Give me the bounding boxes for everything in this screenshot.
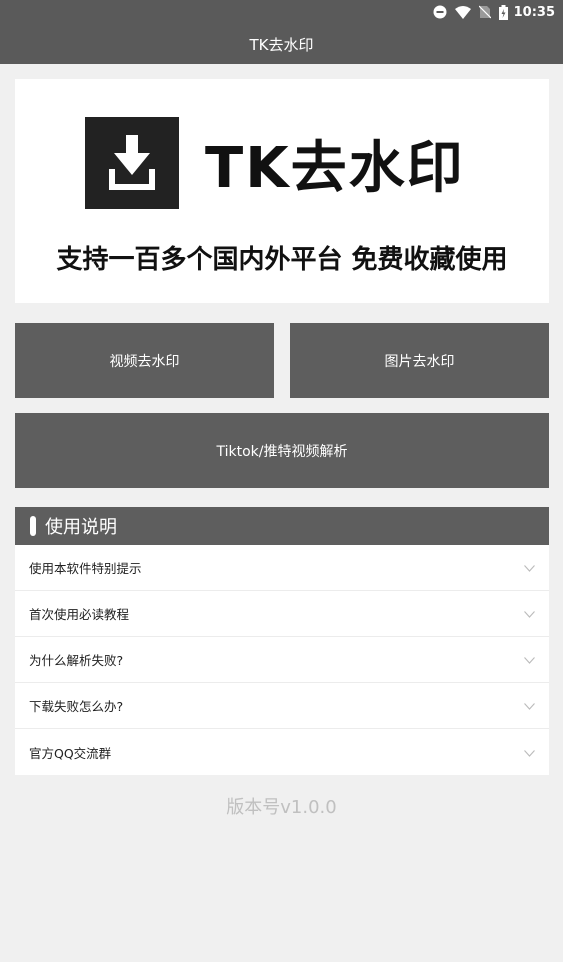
help-item-parse-failed[interactable]: 为什么解析失败? (15, 637, 549, 683)
help-item-notice[interactable]: 使用本软件特别提示 (15, 545, 549, 591)
app-title: TK去水印 (249, 35, 314, 54)
no-sim-icon (478, 5, 491, 19)
section-title: 使用说明 (45, 517, 117, 538)
help-item-label: 下载失败怎么办? (29, 699, 124, 714)
help-item-label: 为什么解析失败? (29, 653, 124, 668)
chevron-down-icon (524, 652, 535, 667)
tiktok-parse-button[interactable]: Tiktok/推特视频解析 (15, 413, 549, 488)
banner-slogan: 支持一百多个国内外平台 免费收藏使用 (56, 245, 508, 275)
help-item-download-failed[interactable]: 下载失败怎么办? (15, 683, 549, 729)
section-marker (30, 516, 36, 536)
chevron-down-icon (524, 606, 535, 621)
chevron-down-icon (524, 560, 535, 575)
chevron-down-icon (524, 745, 535, 760)
help-item-label: 官方QQ交流群 (29, 745, 112, 761)
help-item-label: 使用本软件特别提示 (29, 561, 142, 576)
status-bar: 10:35 (0, 0, 563, 24)
minus-circle-icon (433, 5, 447, 19)
logo-text: TK去水印 (205, 136, 465, 201)
help-item-qq-group[interactable]: 官方QQ交流群 (15, 729, 549, 775)
image-watermark-button[interactable]: 图片去水印 (290, 323, 549, 398)
section-header: 使用说明 (15, 507, 549, 545)
video-watermark-button[interactable]: 视频去水印 (15, 323, 274, 398)
help-list: 使用本软件特别提示 首次使用必读教程 为什么解析失败? 下载失败怎么办? 官方Q… (15, 545, 549, 775)
help-item-tutorial[interactable]: 首次使用必读教程 (15, 591, 549, 637)
help-item-label: 首次使用必读教程 (29, 607, 130, 622)
version-label: 版本号v1.0.0 (226, 797, 337, 818)
wifi-icon (454, 5, 471, 19)
app-bar: TK去水印 (0, 24, 563, 64)
download-icon (85, 117, 179, 209)
banner: TK去水印 支持一百多个国内外平台 免费收藏使用 (15, 79, 549, 303)
status-time: 10:35 (513, 4, 555, 20)
battery-charging-icon (498, 4, 508, 20)
chevron-down-icon (524, 698, 535, 713)
